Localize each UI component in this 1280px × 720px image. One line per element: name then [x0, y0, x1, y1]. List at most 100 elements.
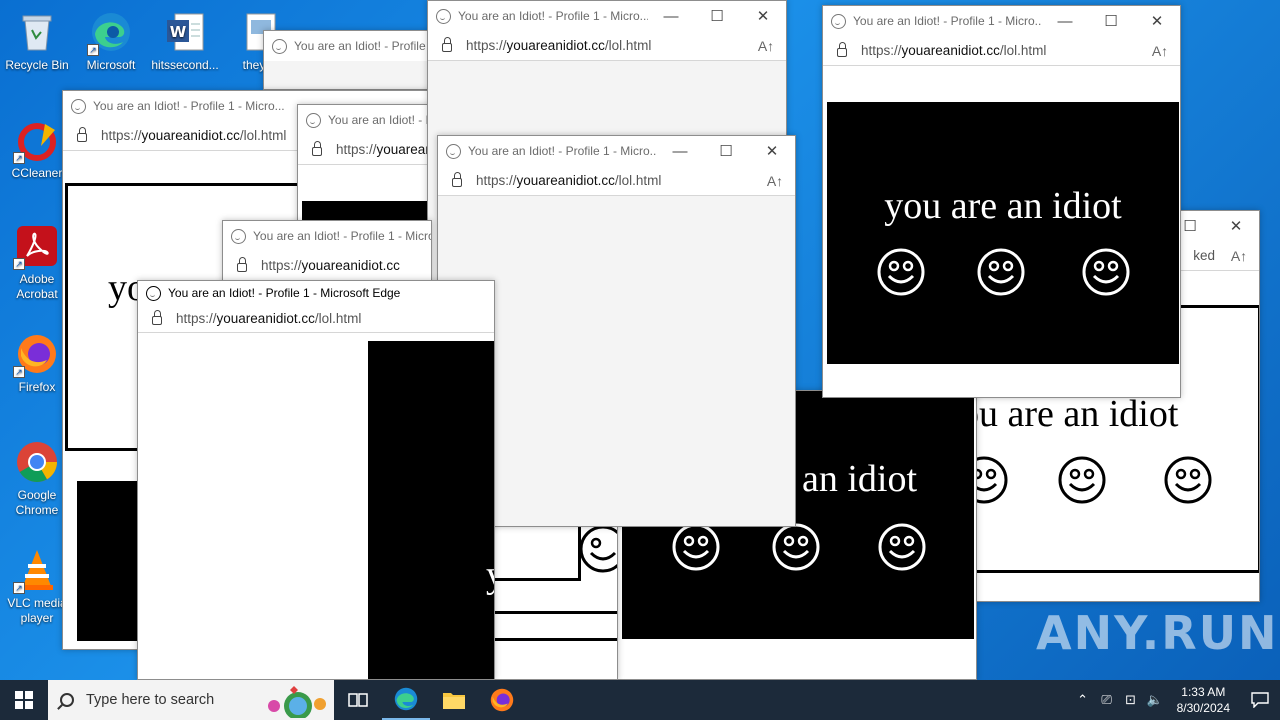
- idiot-panel: [495, 521, 581, 581]
- notification-icon: [1251, 692, 1269, 708]
- browser-window-bg-1[interactable]: You are an Idiot! - Profile 1 - Micro...: [263, 30, 433, 90]
- task-view-button[interactable]: [334, 680, 382, 720]
- task-view-icon: [348, 693, 368, 707]
- taskbar-file-explorer[interactable]: [430, 680, 478, 720]
- smiley-icon: [977, 248, 1025, 296]
- system-tray: ⌃ ⎚ ⊡ 🔈 1:33 AM 8/30/2024: [1071, 680, 1280, 720]
- url-text: https://youareanidiot.cc/lol.html: [176, 311, 362, 326]
- address-bar[interactable]: https://youareanidiot.cc: [298, 135, 436, 165]
- window-titlebar[interactable]: You are an Idiot! - Profile 1 - Micro...: [223, 221, 431, 251]
- minimize-button[interactable]: —: [1042, 13, 1088, 30]
- search-placeholder: Type here to search: [86, 692, 215, 708]
- close-button[interactable]: ✕: [749, 142, 795, 160]
- smiley-favicon-icon: [231, 228, 246, 244]
- windows-logo-icon: [15, 691, 33, 709]
- volume-icon[interactable]: 🔈: [1143, 692, 1167, 708]
- address-bar[interactable]: https://youareanidiot.cc: [223, 251, 431, 281]
- lock-icon: [312, 141, 322, 156]
- edge-icon: ↗: [87, 10, 133, 56]
- notifications-button[interactable]: [1240, 692, 1280, 708]
- smiley-icon: [672, 523, 720, 571]
- browser-window-active[interactable]: You are an Idiot! - Profile 1 - Microsof…: [137, 280, 495, 680]
- read-aloud-icon[interactable]: A↑: [1219, 248, 1259, 264]
- idiot-text: y: [486, 553, 494, 597]
- loading-favicon-icon: [831, 13, 846, 29]
- desktop-icon-word-doc[interactable]: W hitssecond...: [148, 10, 222, 73]
- address-bar[interactable]: https://youareanidiot.cc/lol.html A↑: [823, 36, 1180, 66]
- maximize-button[interactable]: ☐: [703, 142, 749, 160]
- window-title: You are an Idiot! - Profile 1 - Micro...: [253, 229, 431, 243]
- read-aloud-icon[interactable]: A↑: [746, 38, 786, 54]
- maximize-button[interactable]: ☐: [1088, 12, 1134, 30]
- firefox-icon: [490, 688, 514, 712]
- window-title: You are an Idiot! - Profile 1 - Micro...: [468, 144, 657, 158]
- idiot-text: you are an idiot: [884, 185, 1122, 227]
- close-button[interactable]: ✕: [740, 7, 786, 25]
- window-titlebar[interactable]: You are an Idiot! - Profile 1 - Micro...…: [823, 6, 1180, 36]
- maximize-button[interactable]: ☐: [694, 7, 740, 25]
- shortcut-arrow-icon: ↗: [87, 44, 99, 56]
- smiley-favicon-icon: [71, 98, 86, 114]
- loading-favicon-icon: [436, 8, 451, 24]
- smiley-icon: [878, 523, 926, 571]
- edge-icon: [394, 687, 418, 711]
- anyrun-watermark: ANY.RUN: [1036, 606, 1279, 660]
- lock-icon: [237, 257, 247, 272]
- smiley-icon: [772, 523, 820, 571]
- page-content: y: [138, 333, 494, 679]
- page-content: [495, 521, 617, 679]
- smiley-favicon-icon: [272, 38, 287, 54]
- network-icon[interactable]: ⊡: [1119, 692, 1143, 708]
- search-highlight-icon: [268, 686, 326, 718]
- firefox-icon: ↗: [13, 332, 59, 378]
- window-titlebar[interactable]: You are an Idiot! - Profile 1 - Micro...: [298, 105, 436, 135]
- desktop-icon-label: hitssecond...: [151, 58, 219, 72]
- chevron-up-icon[interactable]: ⌃: [1071, 692, 1095, 708]
- desktop-icon-recycle-bin[interactable]: Recycle Bin: [0, 10, 74, 73]
- smiley-favicon-icon: [306, 112, 321, 128]
- url-text: https://youareanidiot.cc/lol.html: [466, 38, 652, 53]
- clock[interactable]: 1:33 AM 8/30/2024: [1167, 684, 1240, 716]
- smiley-icon: [579, 525, 617, 573]
- window-titlebar[interactable]: You are an Idiot! - Profile 1 - Micro...…: [438, 136, 795, 166]
- smiley-icon: [1164, 456, 1212, 504]
- address-bar[interactable]: https://youareanidiot.cc/lol.html: [138, 305, 494, 333]
- browser-window-top-right[interactable]: You are an Idiot! - Profile 1 - Micro...…: [822, 5, 1181, 398]
- taskbar-firefox[interactable]: [478, 680, 526, 720]
- read-aloud-icon[interactable]: A↑: [755, 173, 795, 189]
- clock-date: 8/30/2024: [1176, 701, 1230, 715]
- address-bar[interactable]: https://youareanidiot.cc/lol.html A↑: [438, 166, 795, 196]
- window-titlebar[interactable]: You are an Idiot! - Profile 1 - Micro...…: [428, 1, 786, 31]
- smiley-icon: [1058, 456, 1106, 504]
- address-bar[interactable]: https://youareanidiot.cc/lol.html A↑: [428, 31, 786, 61]
- smiley-favicon-icon: [146, 285, 161, 301]
- taskbar: Type here to search ⌃ ⎚ ⊡ 🔈 1:33 AM 8/30…: [0, 680, 1280, 720]
- window-titlebar[interactable]: You are an Idiot! - Profile 1 - Micro...: [264, 31, 432, 61]
- page-content: you are an idiot: [823, 66, 1180, 397]
- idiot-text: an idiot: [802, 458, 918, 500]
- idiot-panel-black: [77, 481, 137, 641]
- shortcut-arrow-icon: ↗: [13, 582, 25, 594]
- folder-icon: [443, 693, 465, 709]
- start-button[interactable]: [0, 680, 48, 720]
- minimize-button[interactable]: —: [648, 8, 694, 25]
- chrome-icon: [15, 440, 59, 484]
- recycle-bin-icon: [15, 10, 59, 54]
- desktop-icon-microsoft-edge[interactable]: ↗ Microsoft: [74, 10, 148, 73]
- browser-window-bg-7[interactable]: [494, 520, 618, 680]
- loading-favicon-icon: [446, 143, 461, 159]
- idiot-panel-black: y: [368, 341, 494, 679]
- window-titlebar[interactable]: You are an Idiot! - Profile 1 - Microsof…: [138, 281, 494, 305]
- device-icon[interactable]: ⎚: [1095, 692, 1119, 708]
- vlc-icon: ↗: [13, 548, 59, 594]
- close-button[interactable]: ✕: [1134, 12, 1180, 30]
- taskbar-edge[interactable]: [382, 680, 430, 720]
- read-aloud-icon[interactable]: A↑: [1140, 43, 1180, 59]
- acrobat-icon: ↗: [13, 224, 59, 270]
- close-button[interactable]: ✕: [1213, 217, 1259, 235]
- lock-icon: [452, 172, 462, 187]
- taskbar-search-box[interactable]: Type here to search: [48, 680, 334, 720]
- minimize-button[interactable]: —: [657, 143, 703, 160]
- url-text: https://youareanidiot.cc/lol.html: [476, 173, 662, 188]
- url-text: https://youareanidiot.cc/lol.html: [861, 43, 1047, 58]
